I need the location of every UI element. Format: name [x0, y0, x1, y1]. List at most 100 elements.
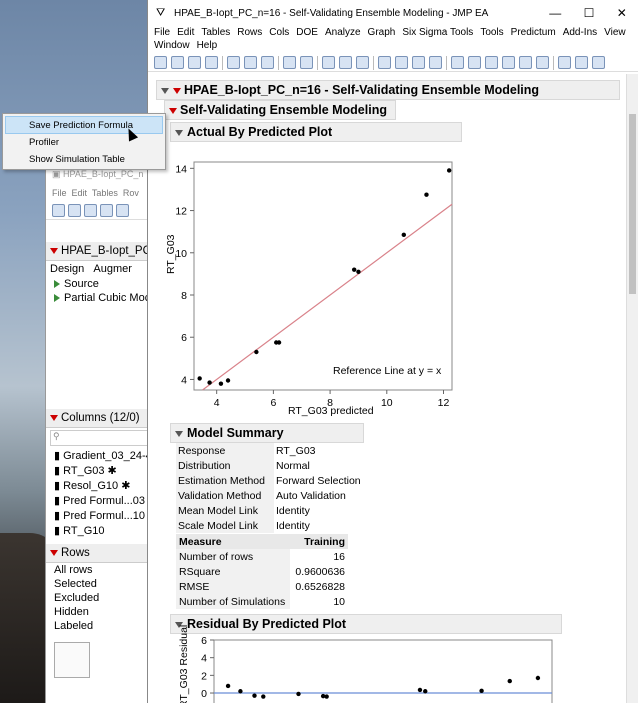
red-triangle-icon[interactable] [50, 549, 58, 556]
residual-point[interactable] [423, 689, 428, 694]
menu-cols[interactable]: Cols [267, 26, 294, 39]
data-point[interactable] [446, 168, 452, 173]
bg-menu-file[interactable]: File [52, 188, 67, 198]
save-icon[interactable] [205, 56, 218, 69]
residual-point[interactable] [535, 675, 541, 681]
table-icon[interactable] [283, 56, 296, 69]
menu-item-save-prediction-formula[interactable]: Save Prediction Formula [5, 116, 163, 134]
bg-menu-edit[interactable]: Edit [72, 188, 88, 198]
minimize-button[interactable]: — [549, 6, 561, 20]
residual-plot-header[interactable]: Residual By Predicted Plot [170, 614, 562, 634]
open-icon[interactable] [84, 204, 97, 217]
data-point[interactable] [197, 376, 202, 381]
toolbar-separator [446, 55, 447, 70]
menu-file[interactable]: File [152, 26, 175, 39]
copy-icon[interactable] [244, 56, 257, 69]
lasso-tool-icon[interactable] [485, 56, 498, 69]
menu-tools[interactable]: Tools [478, 26, 508, 39]
crosshair-tool-icon[interactable] [429, 56, 442, 69]
residual-point[interactable] [225, 683, 231, 689]
data-point[interactable] [225, 378, 231, 383]
maximize-button[interactable]: ☐ [584, 6, 595, 20]
data-point[interactable] [424, 192, 429, 197]
menu-item-profiler[interactable]: Profiler [3, 134, 165, 152]
model-summary-header[interactable]: Model Summary [170, 423, 364, 443]
disclosure-icon[interactable] [175, 430, 183, 437]
selection-tool-icon[interactable] [412, 56, 425, 69]
annotate-tool-icon[interactable] [558, 56, 571, 69]
magnifier-tool-icon[interactable] [502, 56, 515, 69]
menu-add-ins[interactable]: Add-Ins [561, 26, 602, 39]
cut-icon[interactable] [116, 204, 129, 217]
lock-icon[interactable] [300, 56, 313, 69]
paste-icon[interactable] [261, 56, 274, 69]
red-triangle-icon[interactable] [50, 414, 58, 421]
residual-point[interactable] [252, 693, 257, 698]
y-tick-label: 14 [175, 163, 187, 175]
red-triangle-icon[interactable] [50, 247, 58, 254]
residual-point[interactable] [261, 694, 266, 699]
run-script-icon[interactable] [54, 294, 60, 303]
line-tool-icon[interactable] [536, 56, 549, 69]
residual-point[interactable] [238, 689, 243, 694]
close-button[interactable]: ✕ [617, 6, 627, 20]
brush-tool-icon[interactable] [468, 56, 481, 69]
menu-window[interactable]: Window [152, 39, 195, 52]
summary-key: Validation Method [176, 488, 274, 503]
residual-point[interactable] [417, 687, 423, 693]
help-tool-icon[interactable] [395, 56, 408, 69]
summary-key: Estimation Method [176, 473, 274, 488]
y-tick-label: 2 [201, 670, 207, 682]
arrow-tool-icon[interactable] [378, 56, 391, 69]
journal-icon[interactable] [339, 56, 352, 69]
residual-point[interactable] [324, 694, 329, 699]
bg-menu-rows[interactable]: Rov [123, 188, 139, 198]
measure-row: Number of Simulations 10 [176, 594, 348, 609]
scrollbar-thumb[interactable] [629, 114, 636, 294]
menu-view[interactable]: View [602, 26, 631, 39]
save-icon[interactable] [100, 204, 113, 217]
new-table-icon[interactable] [52, 204, 65, 217]
menu-item-show-simulation-table[interactable]: Show Simulation Table [3, 151, 165, 169]
new-script-icon[interactable] [68, 204, 81, 217]
data-point[interactable] [218, 381, 224, 386]
menu-predictum[interactable]: Predictum [509, 26, 561, 39]
menu-graph[interactable]: Graph [366, 26, 401, 39]
menu-doe[interactable]: DOE [294, 26, 323, 39]
menu-tables[interactable]: Tables [199, 26, 235, 39]
residual-point[interactable] [507, 678, 512, 684]
residual-svg[interactable]: 6420-2 [148, 634, 608, 703]
training-measure-table: Measure Training Number of rows 16 RSquare 0.… [176, 534, 348, 609]
data-point[interactable] [276, 340, 282, 345]
add-tool-icon[interactable] [519, 56, 532, 69]
menu-rows[interactable]: Rows [235, 26, 267, 39]
cut-icon[interactable] [227, 56, 240, 69]
layout-icon[interactable] [356, 56, 369, 69]
report-icon[interactable] [322, 56, 335, 69]
data-point[interactable] [356, 269, 361, 274]
data-point[interactable] [351, 267, 357, 272]
menu-help[interactable]: Help [195, 39, 223, 52]
run-script-icon[interactable] [54, 280, 60, 289]
data-grid-thumbnail[interactable] [54, 642, 90, 678]
column-search-input[interactable]: ⚲ [50, 430, 161, 446]
new-table-icon[interactable] [154, 56, 167, 69]
new-script-icon[interactable] [171, 56, 184, 69]
bg-menu-tables[interactable]: Tables [92, 188, 118, 198]
actual-by-predicted-svg[interactable]: 4 6 8 10 12468101214 [148, 74, 608, 434]
data-point[interactable] [401, 232, 407, 238]
polygon-tool-icon[interactable] [592, 56, 605, 69]
open-icon[interactable] [188, 56, 201, 69]
menu-analyze[interactable]: Analyze [323, 26, 366, 39]
hand-tool-icon[interactable] [451, 56, 464, 69]
data-point[interactable] [254, 349, 259, 355]
menu-six-sigma-tools[interactable]: Six Sigma Tools [400, 26, 478, 39]
training-column-header: Training [290, 534, 348, 549]
menu-edit[interactable]: Edit [175, 26, 199, 39]
vertical-scrollbar[interactable] [626, 74, 638, 703]
residual-point[interactable] [296, 691, 301, 697]
summary-key: Distribution [176, 458, 274, 473]
data-point[interactable] [207, 380, 212, 385]
simple-shape-tool-icon[interactable] [575, 56, 588, 69]
residual-point[interactable] [479, 688, 484, 694]
